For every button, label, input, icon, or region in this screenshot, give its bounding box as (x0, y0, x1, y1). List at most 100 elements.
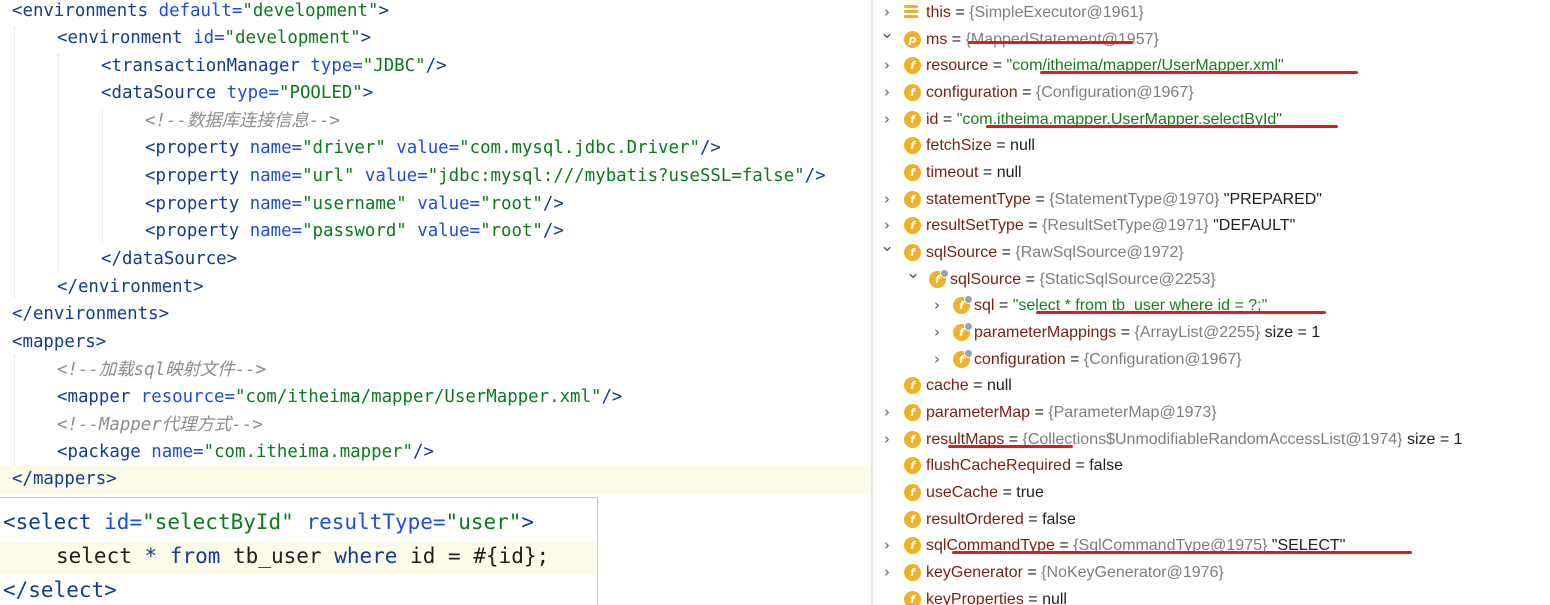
code-line[interactable]: <property name="url" value="jdbc:mysql:/… (145, 165, 826, 192)
code-token-val: "driver" (302, 138, 397, 158)
variable-row-resource[interactable]: › f resource = "com/itheima/mapper/UserMap… (873, 53, 1550, 79)
variable-row-resultmaps[interactable]: › f resultMaps = {Collections$Unmodifiable… (873, 427, 1550, 453)
code-line-current[interactable]: </mappers> (0, 465, 871, 495)
variable-eq: = (988, 57, 1007, 74)
code-token-tag: /> (425, 56, 447, 76)
code-line[interactable]: <property name="password" value="root"/> (145, 220, 564, 247)
code-token-tag: <property (145, 194, 250, 214)
code-line[interactable]: <mapper resource="com/itheima/mapper/Use… (57, 386, 622, 413)
variable-row-keyproperties[interactable]: f keyProperties = null (873, 587, 1550, 605)
variable-plain: "PREPARED" (1219, 191, 1322, 208)
field-icon: f (904, 484, 921, 501)
variable-row-id[interactable]: › f id = "com.itheima.mapper.UserMapper.se… (873, 107, 1550, 133)
code-line[interactable]: <!--加载sql映射文件--> (57, 359, 266, 386)
annotation-underline (952, 551, 1412, 554)
chevron-right-icon[interactable]: › (880, 84, 894, 100)
chevron-right-icon[interactable]: › (880, 537, 894, 553)
indent-guide (102, 108, 103, 243)
chevron-right-icon[interactable]: › (930, 297, 944, 313)
variable-row-parametermap[interactable]: › f parameterMap = {ParameterMap@1973} (873, 400, 1550, 426)
code-line[interactable]: <transactionManager type="JDBC"/> (101, 55, 447, 82)
variable-row-sql[interactable]: › f sql = "select * from tb_user where id … (873, 293, 1550, 319)
code-line[interactable]: <property name="driver" value="com.mysql… (145, 137, 721, 164)
field-icon: f (904, 537, 921, 554)
variable-row-cache[interactable]: f cache = null (873, 373, 1550, 399)
variable-row-statementtype[interactable]: › f statementType = {StatementType@1970} "… (873, 187, 1550, 213)
variable-ref: {Configuration@1967} (1035, 84, 1194, 101)
chevron-right-icon[interactable]: › (880, 111, 894, 127)
code-line[interactable]: <!--数据库连接信息--> (145, 110, 340, 137)
variable-text: ms = {MappedStatement@1957} (926, 27, 1159, 53)
chevron-right-icon[interactable]: › (880, 431, 894, 447)
annotation-underline (948, 445, 1073, 448)
variable-plain: null (986, 377, 1012, 394)
code-token-tag: <transactionManager (101, 56, 311, 76)
code-token-tag: /> (542, 194, 564, 214)
code-token-val: "JDBC" (362, 56, 426, 76)
variable-text: sqlCommandType = {SqlCommandType@1975} "… (926, 533, 1345, 559)
field-icon: f (904, 217, 921, 234)
variable-eq: = (997, 244, 1016, 261)
chevron-right-icon[interactable]: › (930, 351, 944, 367)
code-token-attr: value= (396, 138, 460, 158)
code-token-val: "password" (302, 221, 418, 241)
chevron-down-icon[interactable]: ⌄ (880, 25, 894, 42)
code-token-tag: <dataSource (101, 83, 227, 103)
code-line[interactable]: <dataSource type="POOLED"> (101, 82, 373, 109)
variable-row-usecache[interactable]: f useCache = true (873, 480, 1550, 506)
variable-text: timeout = null (926, 160, 1022, 186)
variable-text: configuration = {Configuration@1967} (926, 80, 1194, 106)
code-line[interactable]: </environments> (12, 303, 169, 330)
code-line[interactable]: <environment id="development"> (57, 27, 371, 54)
variable-row-flushcacherequired[interactable]: f flushCacheRequired = false (873, 453, 1550, 479)
variable-name: timeout (926, 164, 979, 181)
code-line[interactable]: <mappers> (12, 331, 106, 358)
variable-row-resultsettype[interactable]: › f resultSetType = {ResultSetType@1971} "… (873, 213, 1550, 239)
sql-code-line[interactable]: <select id="selectById" resultType="user… (3, 507, 534, 541)
sql-code-line-current[interactable]: select * from tb_user where id = #{id}; (0, 541, 597, 575)
code-line[interactable]: <package name="com.itheima.mapper"/> (57, 441, 434, 468)
chevron-down-icon[interactable]: ⌄ (906, 265, 920, 282)
variable-row-parametermappings[interactable]: › f parameterMappings = {ArrayList@2255} s… (873, 320, 1550, 346)
chevron-right-icon[interactable]: › (880, 57, 894, 73)
code-line[interactable]: <environments default="development"> (12, 0, 389, 27)
variable-row-configuration[interactable]: › f configuration = {Configuration@1967} (873, 80, 1550, 106)
variable-row-this[interactable]: › this = {SimpleExecutor@1961} (873, 0, 1550, 26)
sql-code-line[interactable]: </select> (3, 575, 117, 605)
chevron-right-icon[interactable]: › (880, 4, 894, 20)
debugger-variables-panel[interactable]: › this = {SimpleExecutor@1961} ⌄ p ms = {Map… (873, 0, 1550, 605)
code-token-val: "selectById" (142, 510, 307, 534)
variable-eq: = (998, 484, 1017, 501)
variable-row-keygenerator[interactable]: › f keyGenerator = {NoKeyGenerator@1976} (873, 560, 1550, 586)
variable-row-sqlsource[interactable]: ⌄ f sqlSource = {RawSqlSource@1972} (873, 238, 1550, 266)
code-token-val: "com.mysql.jdbc.Driver" (459, 138, 700, 158)
code-line[interactable]: <!--Mapper代理方式--> (57, 414, 263, 441)
chevron-right-icon[interactable]: › (880, 404, 894, 420)
variable-row-sqlcommandtype[interactable]: › f sqlCommandType = {SqlCommandType@1975}… (873, 533, 1550, 559)
variable-plain: false (1089, 457, 1124, 474)
sql-mapper-editor[interactable]: <select id="selectById" resultType="user… (0, 497, 598, 605)
chevron-right-icon[interactable]: › (880, 564, 894, 580)
code-line[interactable]: </environment> (57, 276, 204, 303)
chevron-down-icon[interactable]: ⌄ (880, 238, 894, 255)
variable-plain: true (1016, 484, 1044, 501)
variable-row-fetchsize[interactable]: f fetchSize = null (873, 133, 1550, 159)
variable-row-ms[interactable]: ⌄ p ms = {MappedStatement@1957} (873, 25, 1550, 53)
chevron-right-icon[interactable]: › (880, 191, 894, 207)
chevron-right-icon[interactable]: › (880, 217, 894, 233)
code-line[interactable]: <property name="username" value="root"/> (145, 193, 564, 220)
field-icon: f (953, 322, 973, 341)
code-line[interactable]: </dataSource> (101, 248, 237, 275)
xml-config-editor[interactable]: <environments default="development"> <en… (0, 0, 871, 497)
variable-plain: size = 1 (1402, 431, 1463, 448)
variable-name: resultOrdered (926, 511, 1024, 528)
variable-text: sql = "select * from tb_user where id = … (974, 293, 1267, 319)
variable-row-configuration[interactable]: › f configuration = {Configuration@1967} (873, 347, 1550, 373)
variable-row-timeout[interactable]: f timeout = null (873, 160, 1550, 186)
chevron-right-icon[interactable]: › (930, 324, 944, 340)
variable-row-resultordered[interactable]: f resultOrdered = false (873, 507, 1550, 533)
variable-eq: = (1030, 191, 1050, 208)
code-token-tag: <property (145, 166, 250, 186)
variable-row-sqlsource[interactable]: ⌄ f sqlSource = {StaticSqlSource@2253} (873, 265, 1550, 293)
variable-text: keyProperties = null (926, 587, 1067, 605)
